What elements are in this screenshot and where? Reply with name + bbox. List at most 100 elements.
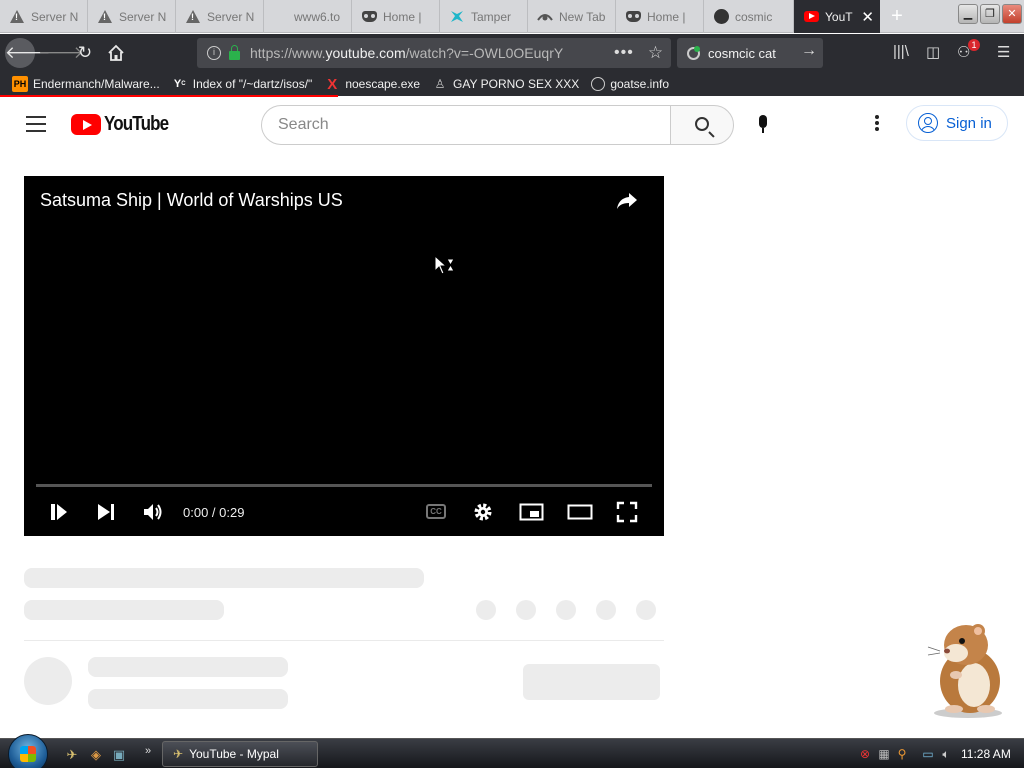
- site-info-icon[interactable]: i: [207, 46, 221, 60]
- miniplayer-icon[interactable]: [519, 501, 544, 523]
- forward-button[interactable]: 🡒: [38, 38, 84, 68]
- page-actions-icon[interactable]: •••: [614, 44, 634, 62]
- hamster-desktop-pet[interactable]: [920, 615, 1010, 719]
- url-path: /watch?v=-OWL0OEuqrY: [405, 45, 564, 61]
- action-skeleton: [596, 600, 616, 620]
- settings-gear-icon[interactable]: [472, 501, 494, 523]
- browser-tab-strip: Server N Server N Server N www6.to Home …: [0, 0, 1024, 33]
- home-button[interactable]: [101, 38, 131, 68]
- meta-skeleton: [24, 600, 224, 620]
- windows-taskbar: ✈ ◈ ▣ » ✈ YouTube - Mypal ⊗ ▦ ⚲ ▭ 🔈︎ 11:…: [0, 734, 1024, 768]
- minimize-button[interactable]: ▁: [958, 4, 978, 24]
- bookmark-item[interactable]: goatse.info: [585, 72, 675, 96]
- section-divider: [24, 640, 664, 641]
- browser-tab-label: Tamper: [471, 9, 512, 24]
- bookmark-star-icon[interactable]: ☆: [648, 43, 663, 63]
- url-text[interactable]: https://www.youtube.com/watch?v=-OWL0OEu…: [250, 45, 600, 61]
- subscriber-count-skeleton: [88, 689, 288, 709]
- new-tab-button[interactable]: +: [884, 4, 910, 28]
- arrow-right-icon[interactable]: →: [801, 42, 817, 60]
- close-tab-icon[interactable]: ✕: [861, 8, 874, 26]
- show-desktop-icon[interactable]: ▣: [111, 747, 127, 763]
- browser-tab[interactable]: Tamper: [440, 0, 528, 33]
- fullscreen-icon[interactable]: [616, 501, 638, 523]
- start-button[interactable]: [8, 734, 48, 768]
- lock-icon: [229, 44, 240, 60]
- channel-name-skeleton: [88, 657, 288, 677]
- reload-button[interactable]: ↻: [70, 38, 100, 68]
- browser-search-bar[interactable]: cosmcic cat →: [677, 38, 823, 68]
- busy-cursor-icon: [434, 255, 455, 275]
- close-window-button[interactable]: ✕: [1002, 4, 1022, 24]
- browser-tab[interactable]: Home |: [616, 0, 704, 33]
- browser-tab-label: Server N: [207, 9, 255, 24]
- bookmark-label: goatse.info: [610, 77, 670, 91]
- youtube-search-button[interactable]: [670, 105, 734, 145]
- bookmark-item[interactable]: PH Endermanch/Malware...: [6, 72, 166, 96]
- share-icon[interactable]: [616, 192, 638, 210]
- browser-tab-label: New Tab: [559, 9, 606, 24]
- theater-mode-icon[interactable]: [567, 501, 593, 523]
- browser-tab[interactable]: Server N: [176, 0, 264, 33]
- search-tray-icon[interactable]: ⚲: [894, 746, 910, 762]
- globe-icon: [591, 77, 606, 91]
- subscribe-button-skeleton: [523, 664, 660, 700]
- browser-tab[interactable]: Server N: [0, 0, 88, 33]
- youtube-logo[interactable]: YouTube: [71, 113, 180, 136]
- mypal-icon: ✈: [173, 747, 184, 761]
- next-video-icon[interactable]: [96, 501, 116, 523]
- browser-tab[interactable]: www6.to: [264, 0, 352, 33]
- monitor-tray-icon[interactable]: ▭: [920, 746, 936, 762]
- overflow-chevron-icon[interactable]: »: [140, 743, 156, 759]
- browser-tab-label: YouT: [825, 9, 853, 24]
- subtitles-cc-icon[interactable]: CC: [426, 504, 446, 519]
- volume-icon[interactable]: [142, 501, 164, 523]
- warning-icon: [185, 9, 201, 25]
- taskbar-window-button[interactable]: ✈ YouTube - Mypal: [162, 741, 318, 767]
- browser-tab-label: Server N: [31, 9, 79, 24]
- browser-search-value[interactable]: cosmcic cat: [708, 46, 776, 61]
- browser-tab[interactable]: Home |: [352, 0, 440, 33]
- youtube-search-box: [261, 105, 671, 145]
- volume-tray-icon[interactable]: 🔈︎: [938, 746, 954, 762]
- bookmark-item[interactable]: YC Index of "/~dartz/isos/": [166, 72, 319, 96]
- bookmark-item[interactable]: ♙ GAY PORNO SEX XXX: [426, 72, 585, 96]
- network-icon[interactable]: ▦: [876, 746, 892, 762]
- video-progress-bar[interactable]: [36, 484, 652, 487]
- bookmark-item[interactable]: X noescape.exe: [318, 72, 426, 96]
- video-title[interactable]: Satsuma Ship | World of Warships US: [40, 190, 343, 211]
- channel-avatar-skeleton: [24, 657, 72, 705]
- menu-icon[interactable]: ☰: [997, 43, 1010, 61]
- home-icon: [108, 44, 124, 61]
- extension-badge: 1: [968, 39, 980, 51]
- url-bar[interactable]: i https://www.youtube.com/watch?v=-OWL0O…: [197, 38, 671, 68]
- mask-icon: [361, 9, 377, 25]
- system-clock[interactable]: 11:28 AM: [961, 747, 1011, 761]
- browser-tab[interactable]: Server N: [88, 0, 176, 33]
- play-pause-icon[interactable]: [50, 501, 68, 523]
- security-alert-icon[interactable]: ⊗: [857, 746, 873, 762]
- youtube-search-input[interactable]: [278, 116, 648, 134]
- sidebar-icon[interactable]: ◫: [926, 43, 940, 61]
- hamburger-menu-icon[interactable]: [26, 116, 46, 132]
- url-domain: youtube.com: [325, 45, 406, 61]
- sign-in-label: Sign in: [946, 114, 992, 132]
- sign-in-button[interactable]: Sign in: [906, 105, 1008, 141]
- tampermonkey-icon: [449, 9, 465, 25]
- browser-tab-active[interactable]: YouT ✕: [794, 0, 880, 33]
- back-button[interactable]: 🡐: [5, 38, 51, 68]
- browser-tab[interactable]: New Tab: [528, 0, 616, 33]
- warning-icon: [97, 9, 113, 25]
- bookmark-label: noescape.exe: [345, 77, 421, 91]
- settings-kebab-icon[interactable]: [875, 115, 881, 135]
- video-player[interactable]: Satsuma Ship | World of Warships US 0:00…: [24, 176, 664, 536]
- avast-quick-launch-icon[interactable]: ◈: [88, 747, 104, 763]
- mypal-quick-launch-icon[interactable]: ✈: [64, 747, 80, 763]
- bookmark-label: Endermanch/Malware...: [33, 77, 160, 91]
- browser-tab[interactable]: cosmic: [704, 0, 794, 33]
- youtube-masthead: YouTube Sign in: [0, 97, 1024, 153]
- reload-icon: ↻: [77, 43, 93, 62]
- microphone-icon[interactable]: [757, 115, 769, 137]
- library-icon[interactable]: |||\: [893, 43, 909, 60]
- restore-button[interactable]: ❐: [980, 4, 1000, 24]
